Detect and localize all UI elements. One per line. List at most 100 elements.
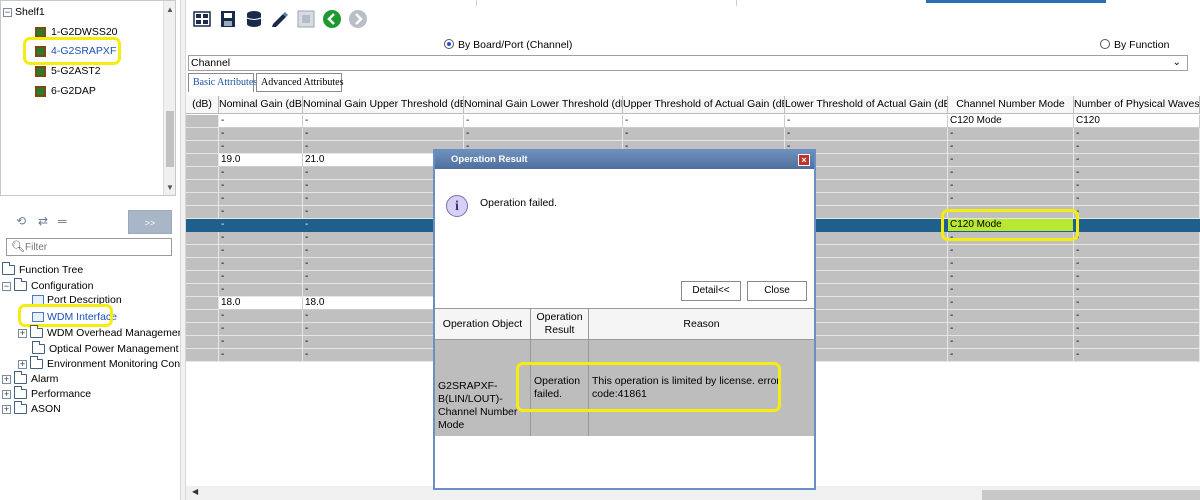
table-cell[interactable]: -	[1074, 167, 1200, 180]
collapse-all-icon[interactable]: ═	[58, 214, 67, 228]
table-cell[interactable]: -	[1074, 284, 1200, 297]
table-cell[interactable]	[186, 115, 219, 128]
table-cell[interactable]: -	[948, 245, 1074, 258]
expand-icon[interactable]: +	[18, 359, 27, 369]
tree-node-optical-power[interactable]: Optical Power Management	[32, 341, 179, 357]
tree-node-wdm-interface[interactable]: WDM Interface	[32, 309, 117, 325]
table-cell[interactable]: -	[219, 219, 303, 232]
close-icon[interactable]: ×	[798, 154, 810, 166]
table-cell[interactable]: -	[219, 115, 303, 128]
by-board-port-radio[interactable]: By Board/Port (Channel)	[444, 39, 572, 51]
by-function-radio[interactable]: By Function	[1100, 39, 1169, 51]
table-cell[interactable]	[186, 323, 219, 336]
table-cell[interactable]: -	[1074, 180, 1200, 193]
tree-node-alarm[interactable]: + Alarm	[2, 371, 58, 387]
expand-icon[interactable]: +	[2, 389, 11, 399]
table-cell[interactable]	[186, 297, 219, 310]
table-cell[interactable]	[186, 128, 219, 141]
table-cell[interactable]: -	[219, 193, 303, 206]
column-header[interactable]: Number of Physical Waves	[1074, 96, 1200, 114]
tree-scrollbar[interactable]: ▲ ▼	[163, 1, 175, 195]
tree-node-shelf[interactable]: − Shelf1	[3, 4, 45, 20]
tree-node-environment-monitoring[interactable]: +Environment Monitoring Configuration	[18, 356, 180, 372]
table-cell[interactable]: -	[219, 284, 303, 297]
table-cell[interactable]: -	[948, 180, 1074, 193]
expand-icon[interactable]: +	[18, 328, 27, 338]
table-cell[interactable]: -	[219, 258, 303, 271]
table-row[interactable]: - - - - - C120 Mode C120	[186, 115, 1200, 128]
table-cell[interactable]	[186, 349, 219, 362]
object-type-select[interactable]: Channel ⌄	[188, 55, 1188, 71]
table-cell[interactable]: -	[948, 206, 1074, 219]
expand-icon[interactable]: +	[2, 374, 11, 384]
table-cell[interactable]	[186, 141, 219, 154]
disabled-tool-icon[interactable]	[296, 9, 316, 29]
column-header[interactable]: Lower Threshold of Actual Gain (dB)	[785, 96, 948, 114]
table-cell[interactable]	[186, 206, 219, 219]
tree-node-board[interactable]: 1-G2DWSS20	[35, 24, 118, 40]
table-cell[interactable]	[186, 232, 219, 245]
collapse-icon[interactable]: −	[2, 281, 11, 291]
table-cell[interactable]: -	[1074, 154, 1200, 167]
table-cell[interactable]: -	[948, 232, 1074, 245]
table-cell[interactable]: -	[219, 323, 303, 336]
board-view-icon[interactable]	[192, 9, 212, 29]
table-cell[interactable]: -	[785, 128, 948, 141]
table-cell[interactable]: -	[948, 323, 1074, 336]
table-cell[interactable]: -	[948, 336, 1074, 349]
table-cell[interactable]: -	[219, 206, 303, 219]
table-cell[interactable]: -	[219, 167, 303, 180]
collapse-icon[interactable]: −	[3, 7, 12, 17]
table-cell[interactable]	[186, 154, 219, 167]
database-icon[interactable]	[244, 9, 264, 29]
table-cell[interactable]	[186, 284, 219, 297]
expand-icon[interactable]: +	[2, 404, 11, 414]
table-cell[interactable]: -	[219, 128, 303, 141]
table-cell[interactable]	[186, 258, 219, 271]
table-cell[interactable]: -	[1074, 141, 1200, 154]
tree-node-ason[interactable]: + ASON	[2, 401, 61, 417]
table-cell[interactable]: -	[1074, 349, 1200, 362]
table-cell[interactable]	[186, 167, 219, 180]
table-cell[interactable]: C120 Mode	[948, 115, 1074, 128]
link-icon[interactable]: ⇄	[38, 214, 48, 228]
tree-node-port-description[interactable]: Port Description	[32, 294, 122, 306]
table-cell[interactable]: -	[785, 115, 948, 128]
back-icon[interactable]	[322, 9, 342, 29]
table-cell[interactable]: -	[1074, 336, 1200, 349]
column-header[interactable]: Nominal Gain (dB)	[219, 96, 303, 114]
table-cell[interactable]: -	[948, 284, 1074, 297]
forward-icon[interactable]	[348, 9, 368, 29]
tree-node-configuration[interactable]: − Configuration	[2, 278, 93, 294]
table-cell[interactable]: -	[623, 128, 785, 141]
table-cell[interactable]: -	[1074, 206, 1200, 219]
table-cell[interactable]	[186, 180, 219, 193]
tree-node-wdm-overhead[interactable]: + WDM Overhead Management	[18, 325, 180, 341]
radio-unselected-icon[interactable]	[1100, 39, 1110, 49]
table-cell[interactable]: -	[1074, 271, 1200, 284]
table-cell[interactable]: -	[219, 271, 303, 284]
table-cell[interactable]: -	[948, 141, 1074, 154]
table-cell[interactable]: -	[1074, 297, 1200, 310]
table-cell[interactable]: -	[1074, 258, 1200, 271]
tab-basic-attributes[interactable]: Basic Attributes	[188, 73, 257, 92]
table-cell[interactable]: -	[1074, 219, 1200, 232]
scrollbar-thumb[interactable]	[982, 490, 1200, 500]
tree-node-board[interactable]: 5-G2AST2	[35, 63, 101, 79]
radio-selected-icon[interactable]	[444, 39, 454, 49]
table-cell[interactable]: 18.0	[219, 297, 303, 310]
table-cell[interactable]	[186, 219, 219, 232]
column-header[interactable]: Channel Number Mode	[948, 96, 1074, 114]
refresh-icon[interactable]: ⟲	[16, 214, 26, 228]
column-header[interactable]: Nominal Gain Upper Threshold (dB)	[303, 96, 464, 114]
table-cell[interactable]: -	[219, 336, 303, 349]
table-cell[interactable]	[186, 336, 219, 349]
table-cell[interactable]: -	[219, 141, 303, 154]
filter-input[interactable]	[25, 240, 165, 254]
table-cell[interactable]: -	[948, 349, 1074, 362]
table-cell[interactable]: C120	[1074, 115, 1200, 128]
scroll-left-icon[interactable]: ◀	[192, 487, 198, 496]
table-cell[interactable]: -	[219, 349, 303, 362]
tab-advanced-attributes[interactable]: Advanced Attributes	[256, 73, 343, 92]
scrollbar-thumb[interactable]	[166, 111, 174, 167]
